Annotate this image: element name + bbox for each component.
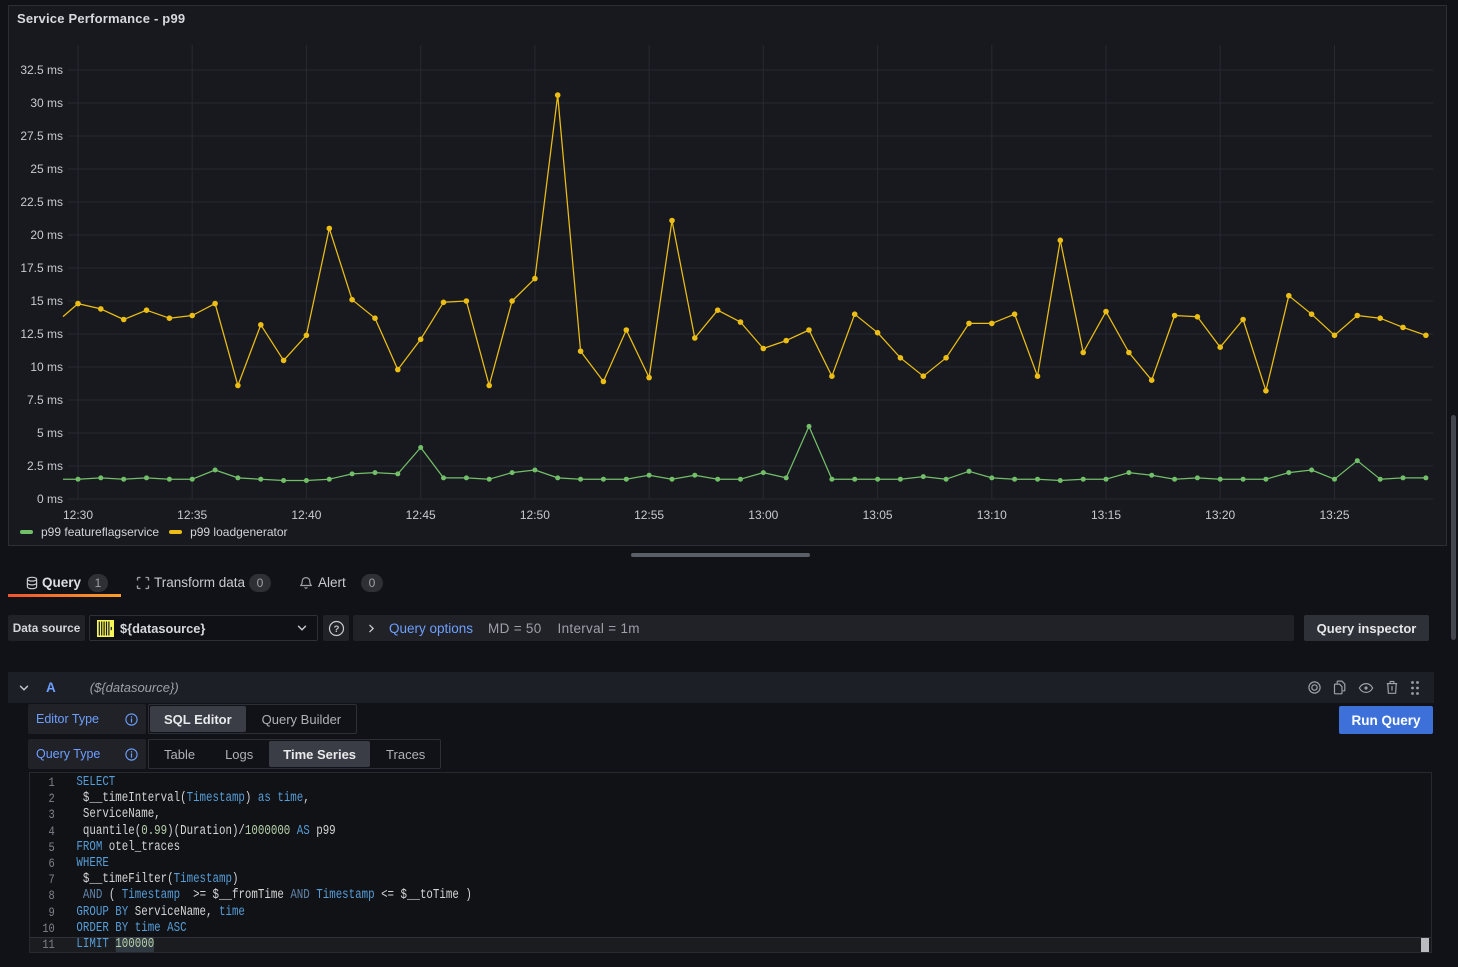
- svg-text:20 ms: 20 ms: [30, 228, 63, 242]
- svg-text:5 ms: 5 ms: [37, 426, 63, 440]
- svg-text:2.5 ms: 2.5 ms: [27, 459, 63, 473]
- svg-text:13:05: 13:05: [863, 508, 893, 522]
- svg-text:0 ms: 0 ms: [37, 492, 63, 506]
- svg-text:12:40: 12:40: [291, 508, 321, 522]
- svg-text:17.5 ms: 17.5 ms: [20, 261, 63, 275]
- svg-text:30 ms: 30 ms: [30, 96, 63, 110]
- svg-text:7.5 ms: 7.5 ms: [27, 393, 63, 407]
- svg-text:13:10: 13:10: [977, 508, 1007, 522]
- svg-text:12:45: 12:45: [406, 508, 436, 522]
- svg-text:25 ms: 25 ms: [30, 162, 63, 176]
- svg-text:13:15: 13:15: [1091, 508, 1121, 522]
- svg-text:13:00: 13:00: [748, 508, 778, 522]
- svg-text:12:30: 12:30: [63, 508, 93, 522]
- svg-text:10 ms: 10 ms: [30, 360, 63, 374]
- svg-text:?: ?: [333, 624, 339, 635]
- svg-text:22.5 ms: 22.5 ms: [20, 195, 63, 209]
- svg-text:13:20: 13:20: [1205, 508, 1235, 522]
- svg-text:12:50: 12:50: [520, 508, 550, 522]
- svg-text:32.5 ms: 32.5 ms: [20, 63, 63, 77]
- svg-text:12:55: 12:55: [634, 508, 664, 522]
- svg-text:13:25: 13:25: [1319, 508, 1349, 522]
- svg-text:15 ms: 15 ms: [30, 294, 63, 308]
- svg-text:12.5 ms: 12.5 ms: [20, 327, 63, 341]
- svg-text:27.5 ms: 27.5 ms: [20, 129, 63, 143]
- svg-text:12:35: 12:35: [177, 508, 207, 522]
